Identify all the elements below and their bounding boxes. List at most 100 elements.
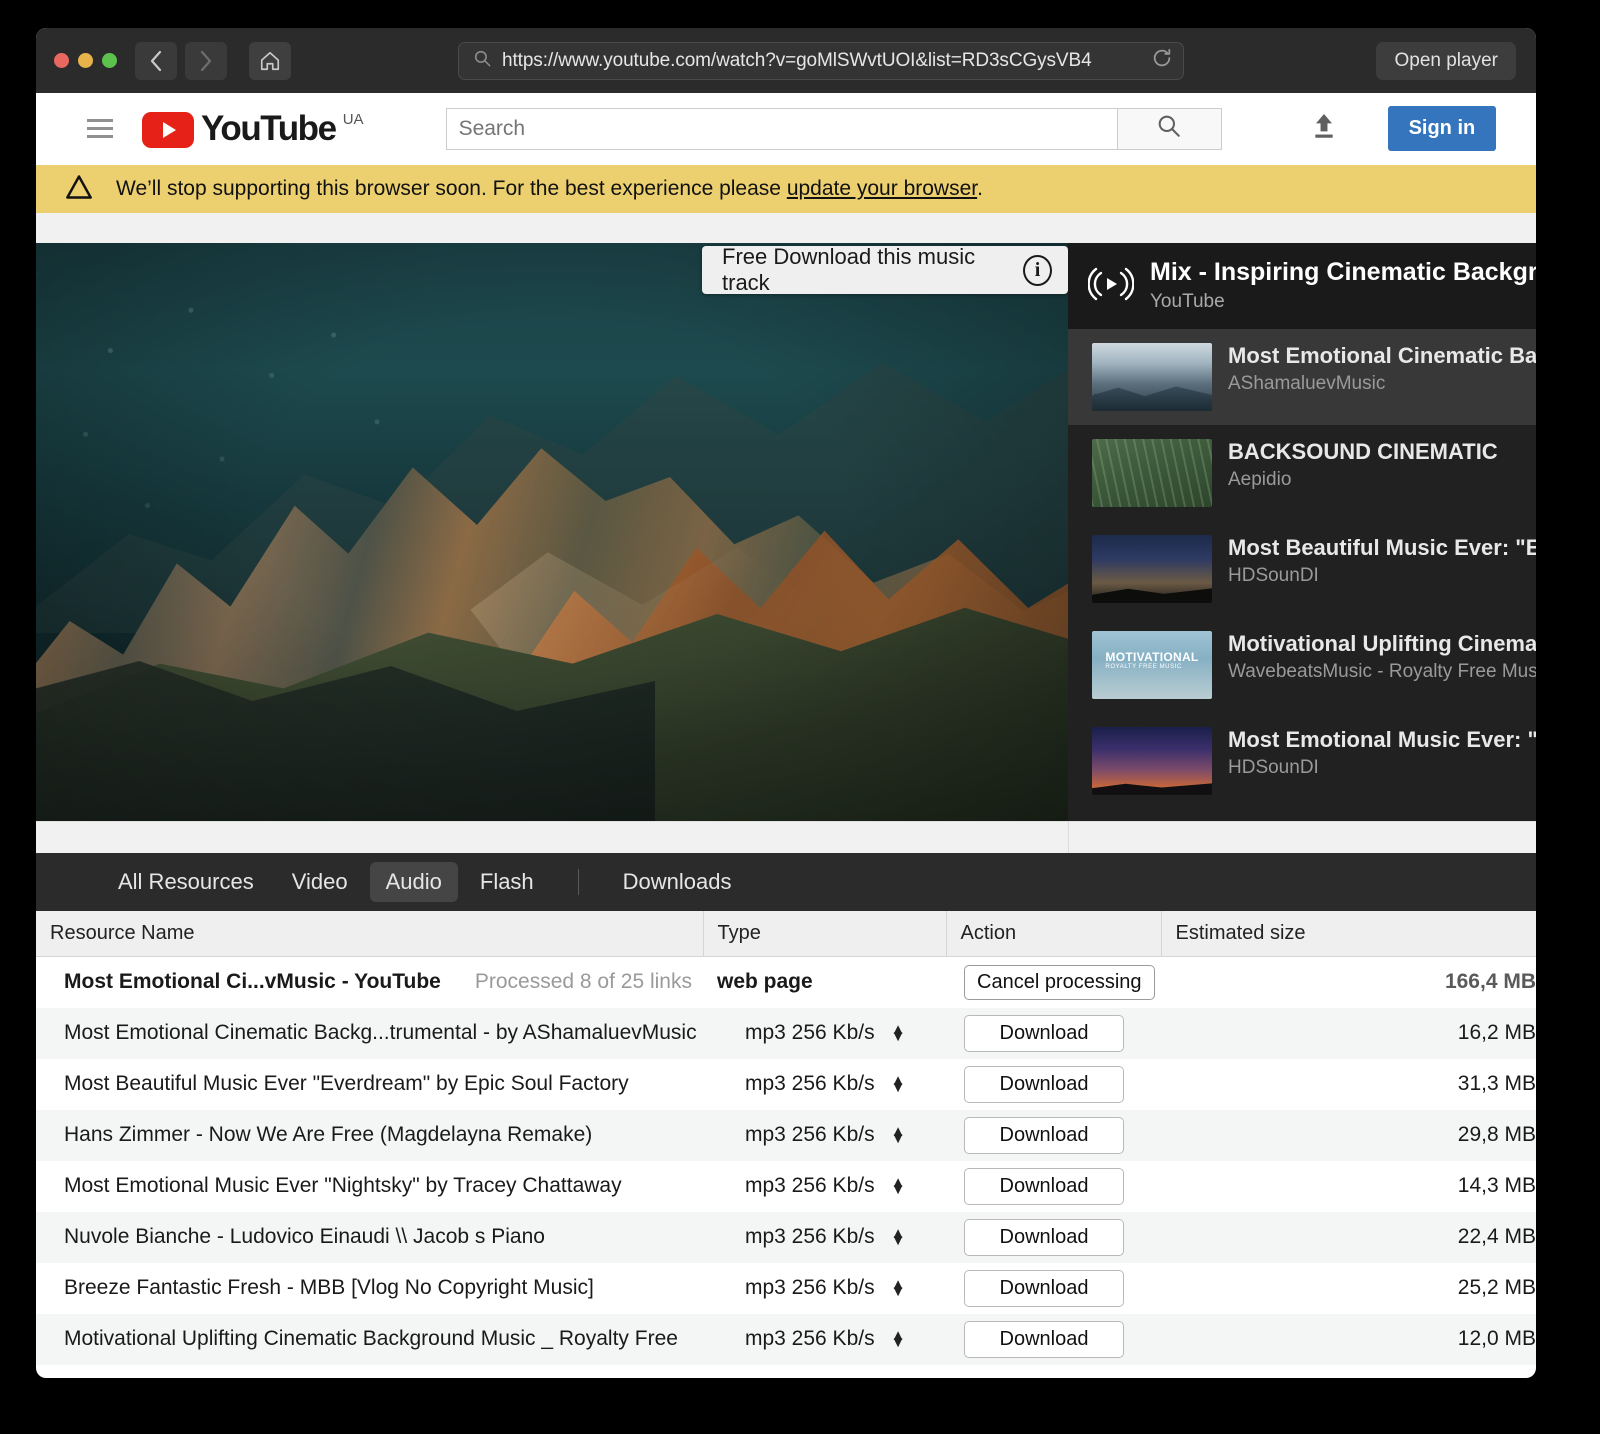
playlist-item-thumb-label: ASM <box>1095 394 1125 408</box>
playlist-item[interactable]: MOTIVATIONAL ROYALTY FREE MUSIC Motivati… <box>1068 617 1536 713</box>
column-header-type[interactable]: Type <box>703 911 946 957</box>
playlist-item[interactable]: Most Beautiful Music Ever: "Everd Epic S… <box>1068 521 1536 617</box>
maximize-window-button[interactable] <box>102 53 117 68</box>
update-browser-link[interactable]: update your browser <box>787 177 977 200</box>
downloader-tabs: All Resources Video Audio Flash Download… <box>36 853 1536 911</box>
tab-divider <box>578 869 579 895</box>
free-download-overlay[interactable]: Free Download this music track i <box>702 246 1068 294</box>
cell-type: web page <box>703 957 946 1008</box>
resource-name-text: Most Emotional Ci...vMusic - YouTube <box>64 970 441 994</box>
quality-stepper[interactable]: ▲▼ <box>891 1026 906 1040</box>
download-button[interactable]: Download <box>964 1219 1124 1256</box>
browser-window: https://www.youtube.com/watch?v=goMlSWvt… <box>36 28 1536 1378</box>
watch-content: Free Download this music track i Mix - I… <box>36 243 1536 821</box>
video-player[interactable]: Free Download this music track i <box>36 243 1068 821</box>
tab-audio[interactable]: Audio <box>370 862 458 902</box>
menu-icon[interactable] <box>70 119 130 138</box>
type-text: mp3 256 Kb/s <box>745 1174 875 1198</box>
warning-text-after: . <box>977 177 983 200</box>
download-button[interactable]: Download <box>964 1168 1124 1205</box>
cell-resource-name: Breeze Fantastic Fresh - MBB [Vlog No Co… <box>36 1263 703 1314</box>
table-row[interactable]: Nuvole Bianche - Ludovico Einaudi \\ Jac… <box>36 1212 1536 1263</box>
youtube-wordmark: YouTube <box>201 109 336 149</box>
youtube-logo[interactable]: YouTube UA <box>142 109 364 149</box>
quality-stepper[interactable]: ▲▼ <box>891 1077 906 1091</box>
table-row[interactable]: Most Beautiful Music Ever "Everdream" by… <box>36 1059 1536 1110</box>
playlist-item-channel: Aepidio <box>1228 469 1536 491</box>
cell-action: Download <box>946 1212 1161 1263</box>
home-button[interactable] <box>249 42 291 80</box>
cell-estimated-size: 31,3 MB <box>1161 1059 1536 1110</box>
cell-resource-name: Most Emotional Music Ever "Nightsky" by … <box>36 1161 703 1212</box>
tab-downloads[interactable]: Downloads <box>607 862 748 902</box>
column-header-estimated-size[interactable]: Estimated size <box>1161 911 1536 957</box>
playlist-item-title: Most Emotional Music Ever: "Nigh Tracey … <box>1228 727 1536 753</box>
play-logo-icon <box>142 112 194 148</box>
table-row[interactable]: Breeze Fantastic Fresh - MBB [Vlog No Co… <box>36 1263 1536 1314</box>
download-button[interactable]: Download <box>964 1015 1124 1052</box>
playlist-item-title: BACKSOUND CINEMATIC <box>1228 439 1536 465</box>
playlist-panel[interactable]: Mix - Inspiring Cinematic Background You… <box>1068 243 1536 821</box>
type-text: mp3 256 Kb/s <box>745 1225 875 1249</box>
playlist-item-thumbnail: ASM <box>1092 343 1212 411</box>
table-row[interactable]: Most Emotional Music Ever "Nightsky" by … <box>36 1161 1536 1212</box>
cell-resource-name: Motivational Uplifting Cinematic Backgro… <box>36 1314 703 1365</box>
download-button[interactable]: Download <box>964 1117 1124 1154</box>
playlist-item[interactable]: BACKSOUND CINEMATIC Aepidio <box>1068 425 1536 521</box>
address-bar[interactable]: https://www.youtube.com/watch?v=goMlSWvt… <box>458 42 1184 80</box>
tab-flash[interactable]: Flash <box>464 862 550 902</box>
cell-estimated-size: 166,4 MB <box>1161 957 1536 1008</box>
playlist-item-channel: HDSounDI <box>1228 565 1536 587</box>
forward-button[interactable] <box>185 42 227 80</box>
back-button[interactable] <box>135 42 177 80</box>
table-row[interactable]: Most Emotional Cinematic Backg...trument… <box>36 1008 1536 1059</box>
table-row[interactable]: Motivational Uplifting Cinematic Backgro… <box>36 1314 1536 1365</box>
pane-splitter[interactable] <box>36 821 1536 853</box>
download-button[interactable]: Download <box>964 1321 1124 1358</box>
info-icon[interactable]: i <box>1023 255 1052 286</box>
cell-estimated-size: 29,8 MB <box>1161 1110 1536 1161</box>
cell-resource-name: Hans Zimmer - Now We Are Free (Magdelayn… <box>36 1110 703 1161</box>
cell-action: Download <box>946 1263 1161 1314</box>
quality-stepper[interactable]: ▲▼ <box>891 1128 906 1142</box>
table-row[interactable]: Most Emotional Ci...vMusic - YouTube Pro… <box>36 957 1536 1008</box>
page-gap <box>36 213 1536 243</box>
quality-stepper[interactable]: ▲▼ <box>891 1281 906 1295</box>
video-frame-vignette <box>36 243 1068 821</box>
playlist-item[interactable]: ASM Most Emotional Cinematic Backgr Musi… <box>1068 329 1536 425</box>
quality-stepper[interactable]: ▲▼ <box>891 1179 906 1193</box>
search-button[interactable] <box>1118 108 1222 150</box>
tab-all-resources[interactable]: All Resources <box>102 862 270 902</box>
playlist-item-thumbnail: MOTIVATIONAL ROYALTY FREE MUSIC <box>1092 631 1212 699</box>
playlist-item-title: Most Beautiful Music Ever: "Everd Epic S… <box>1228 535 1536 561</box>
close-window-button[interactable] <box>54 53 69 68</box>
search-input[interactable] <box>446 108 1118 150</box>
playlist-item-channel: WavebeatsMusic - Royalty Free Music <box>1228 661 1536 683</box>
browser-titlebar: https://www.youtube.com/watch?v=goMlSWvt… <box>36 28 1536 93</box>
download-button[interactable]: Download <box>964 1270 1124 1307</box>
playlist-header: Mix - Inspiring Cinematic Background You… <box>1068 243 1536 329</box>
quality-stepper[interactable]: ▲▼ <box>891 1332 906 1346</box>
download-button[interactable]: Download <box>964 1066 1124 1103</box>
playlist-item-thumbnail <box>1092 439 1212 507</box>
processing-status: Processed 8 of 25 links <box>441 970 692 994</box>
column-header-action[interactable]: Action <box>946 911 1161 957</box>
quality-stepper[interactable]: ▲▼ <box>891 1230 906 1244</box>
type-text: mp3 256 Kb/s <box>745 1072 875 1096</box>
tab-video[interactable]: Video <box>276 862 364 902</box>
playlist-item[interactable]: Most Emotional Music Ever: "Nigh Tracey … <box>1068 713 1536 809</box>
browser-warning-banner: We’ll stop supporting this browser soon.… <box>36 165 1536 213</box>
table-row[interactable]: Hans Zimmer - Now We Are Free (Magdelayn… <box>36 1110 1536 1161</box>
cancel-processing-button[interactable]: Cancel processing <box>964 965 1155 1000</box>
upload-icon[interactable] <box>1308 110 1340 147</box>
open-player-button[interactable]: Open player <box>1376 42 1516 80</box>
minimize-window-button[interactable] <box>78 53 93 68</box>
cell-estimated-size: 12,0 MB <box>1161 1314 1536 1365</box>
playlist-item-title: Motivational Uplifting Cinematic Backgro… <box>1228 631 1536 657</box>
cell-estimated-size: 25,2 MB <box>1161 1263 1536 1314</box>
reload-icon[interactable] <box>1151 47 1173 74</box>
cell-action: Download <box>946 1314 1161 1365</box>
cell-estimated-size: 14,3 MB <box>1161 1161 1536 1212</box>
sign-in-button[interactable]: Sign in <box>1388 106 1497 151</box>
column-header-resource-name[interactable]: Resource Name <box>36 911 703 957</box>
